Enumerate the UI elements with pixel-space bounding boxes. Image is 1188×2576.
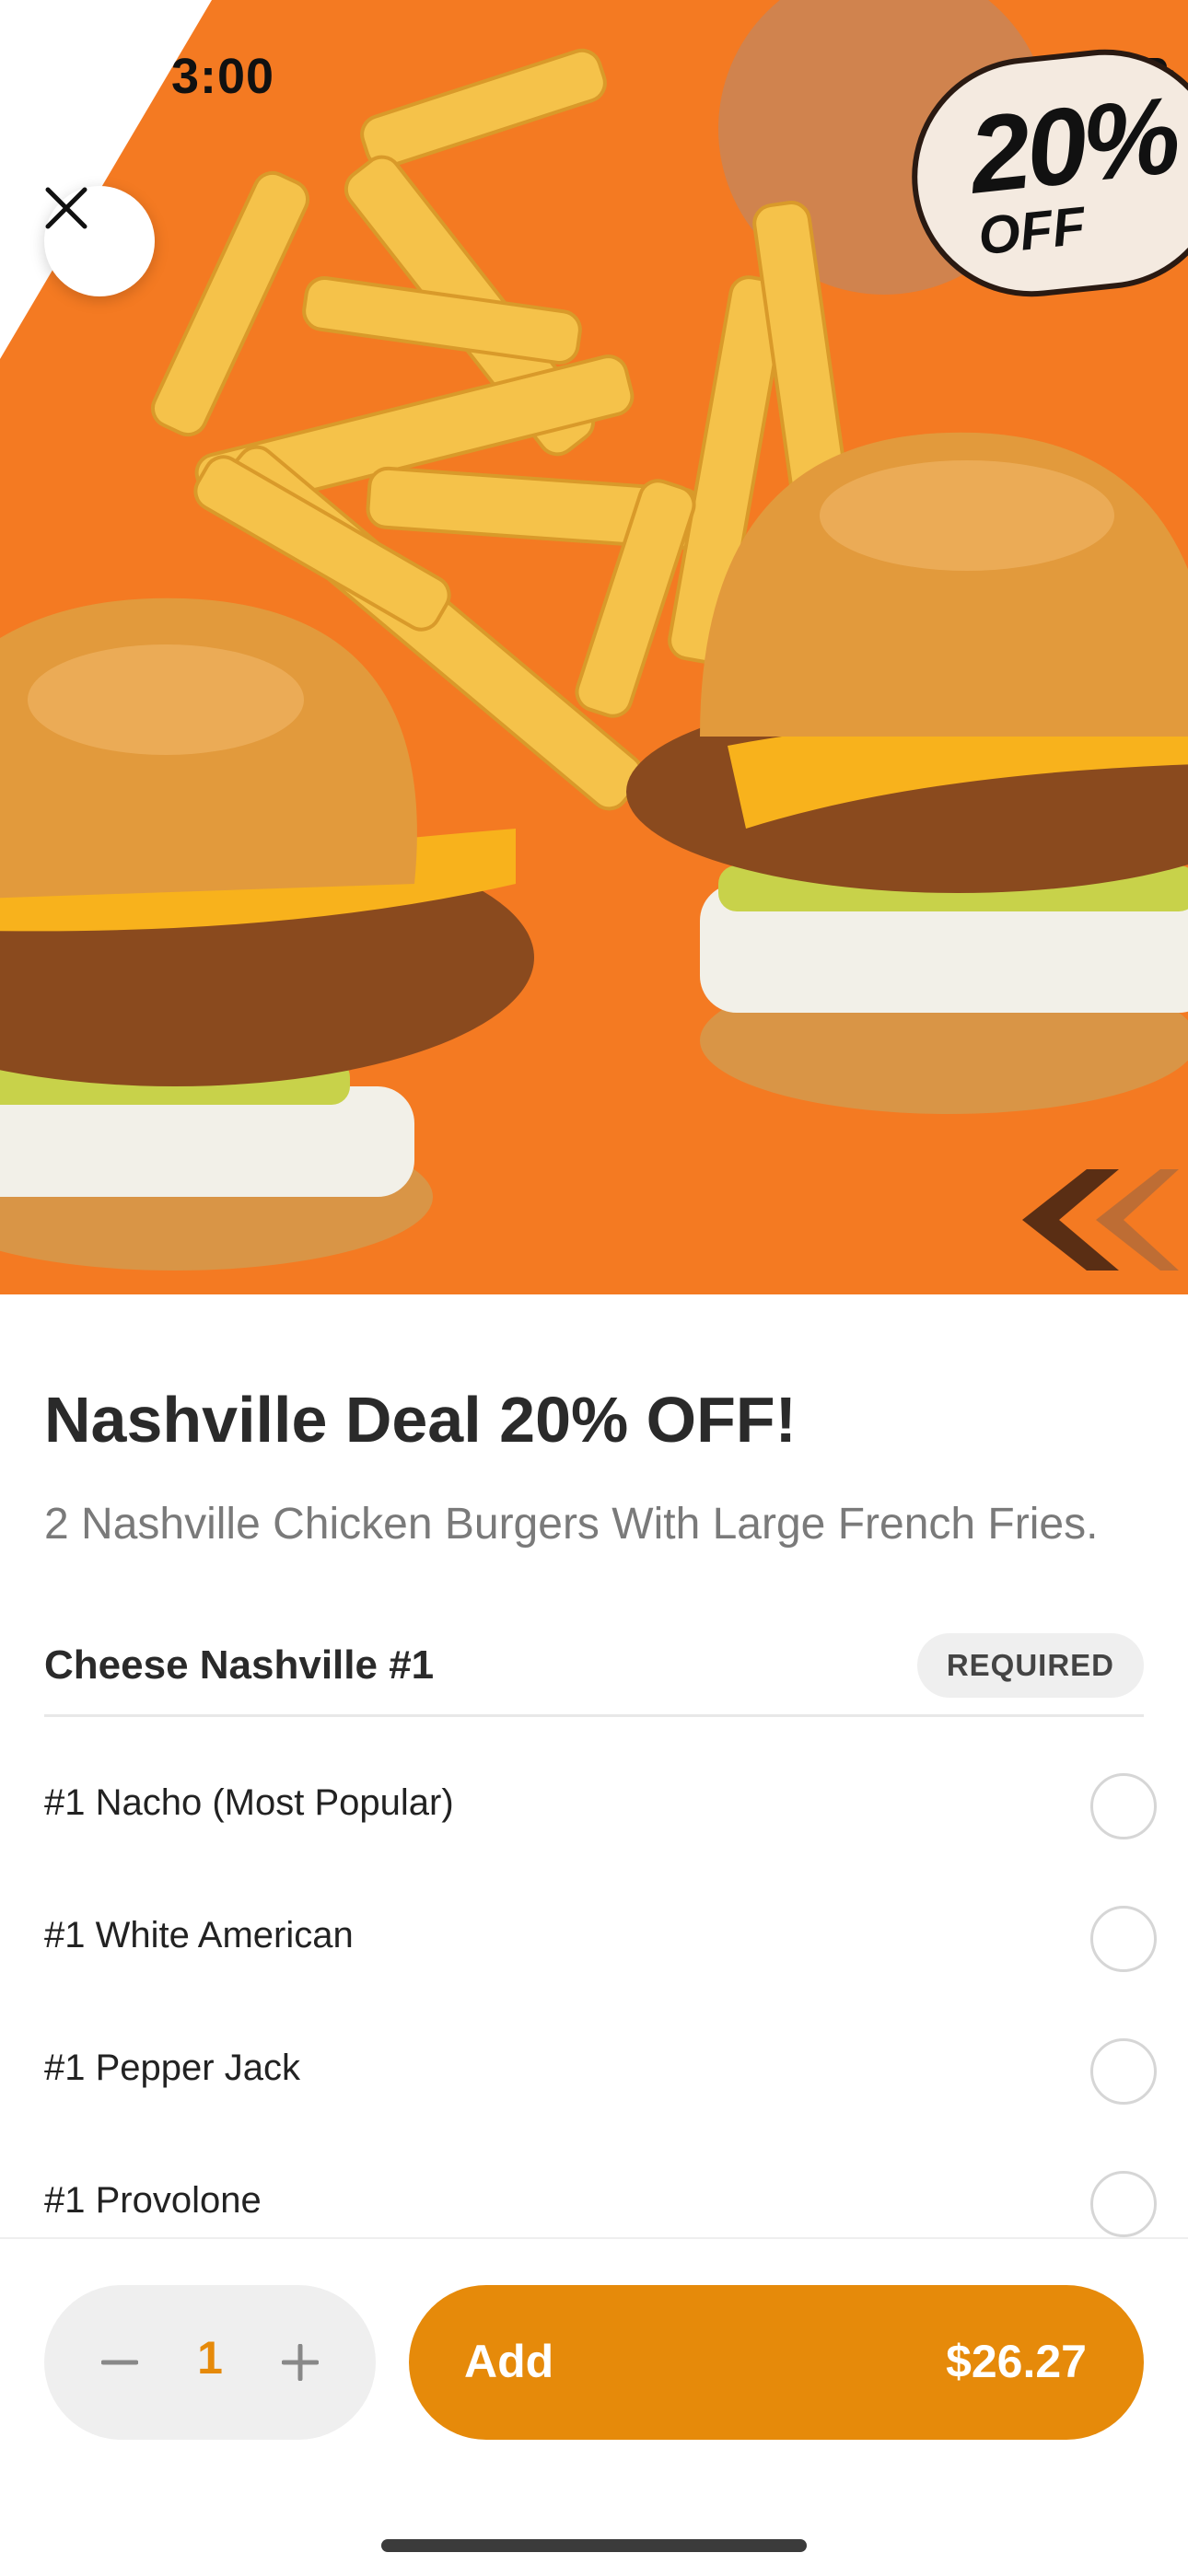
- home-indicator: [381, 2539, 807, 2552]
- plus-icon: [282, 2344, 319, 2381]
- option-row[interactable]: #1 Pepper Jack: [44, 2025, 1157, 2118]
- add-to-cart-button[interactable]: Add $26.27: [409, 2285, 1144, 2440]
- item-title: Nashville Deal 20% OFF!: [44, 1384, 797, 1456]
- promo-badge-percent: 20%: [963, 74, 1182, 217]
- option-radio[interactable]: [1090, 2038, 1157, 2105]
- quantity-stepper: 1: [44, 2285, 376, 2440]
- option-radio[interactable]: [1090, 2171, 1157, 2237]
- hero-image: 3:00 20% OFF: [0, 0, 1188, 1294]
- option-label: #1 Pepper Jack: [44, 2048, 300, 2088]
- option-radio[interactable]: [1090, 1773, 1157, 1839]
- promo-badge-off: OFF: [975, 195, 1089, 267]
- add-button-price: $26.27: [946, 2336, 1087, 2387]
- option-label: #1 Provolone: [44, 2180, 262, 2221]
- close-icon: [45, 187, 87, 229]
- option-label: #1 Nacho (Most Popular): [44, 1782, 454, 1823]
- option-section-header: Cheese Nashville #1 REQUIRED: [44, 1633, 1144, 1717]
- status-time: 3:00: [171, 49, 275, 104]
- option-radio[interactable]: [1090, 1906, 1157, 1972]
- burger-left: [0, 598, 534, 1271]
- bottom-action-bar: 1 Add $26.27: [0, 2237, 1188, 2576]
- item-description: 2 Nashville Chicken Burgers With Large F…: [44, 1500, 1099, 1549]
- option-label: #1 White American: [44, 1915, 354, 1955]
- required-badge: REQUIRED: [916, 1633, 1144, 1698]
- add-button-label: Add: [464, 2336, 554, 2387]
- close-button[interactable]: [44, 186, 155, 296]
- option-row[interactable]: #1 White American: [44, 1893, 1157, 1985]
- section-title: Cheese Nashville #1: [44, 1642, 435, 1688]
- increase-quantity-button[interactable]: [273, 2335, 328, 2390]
- option-row[interactable]: #1 Provolone: [44, 2158, 1157, 2250]
- option-row[interactable]: #1 Nacho (Most Popular): [44, 1760, 1157, 1852]
